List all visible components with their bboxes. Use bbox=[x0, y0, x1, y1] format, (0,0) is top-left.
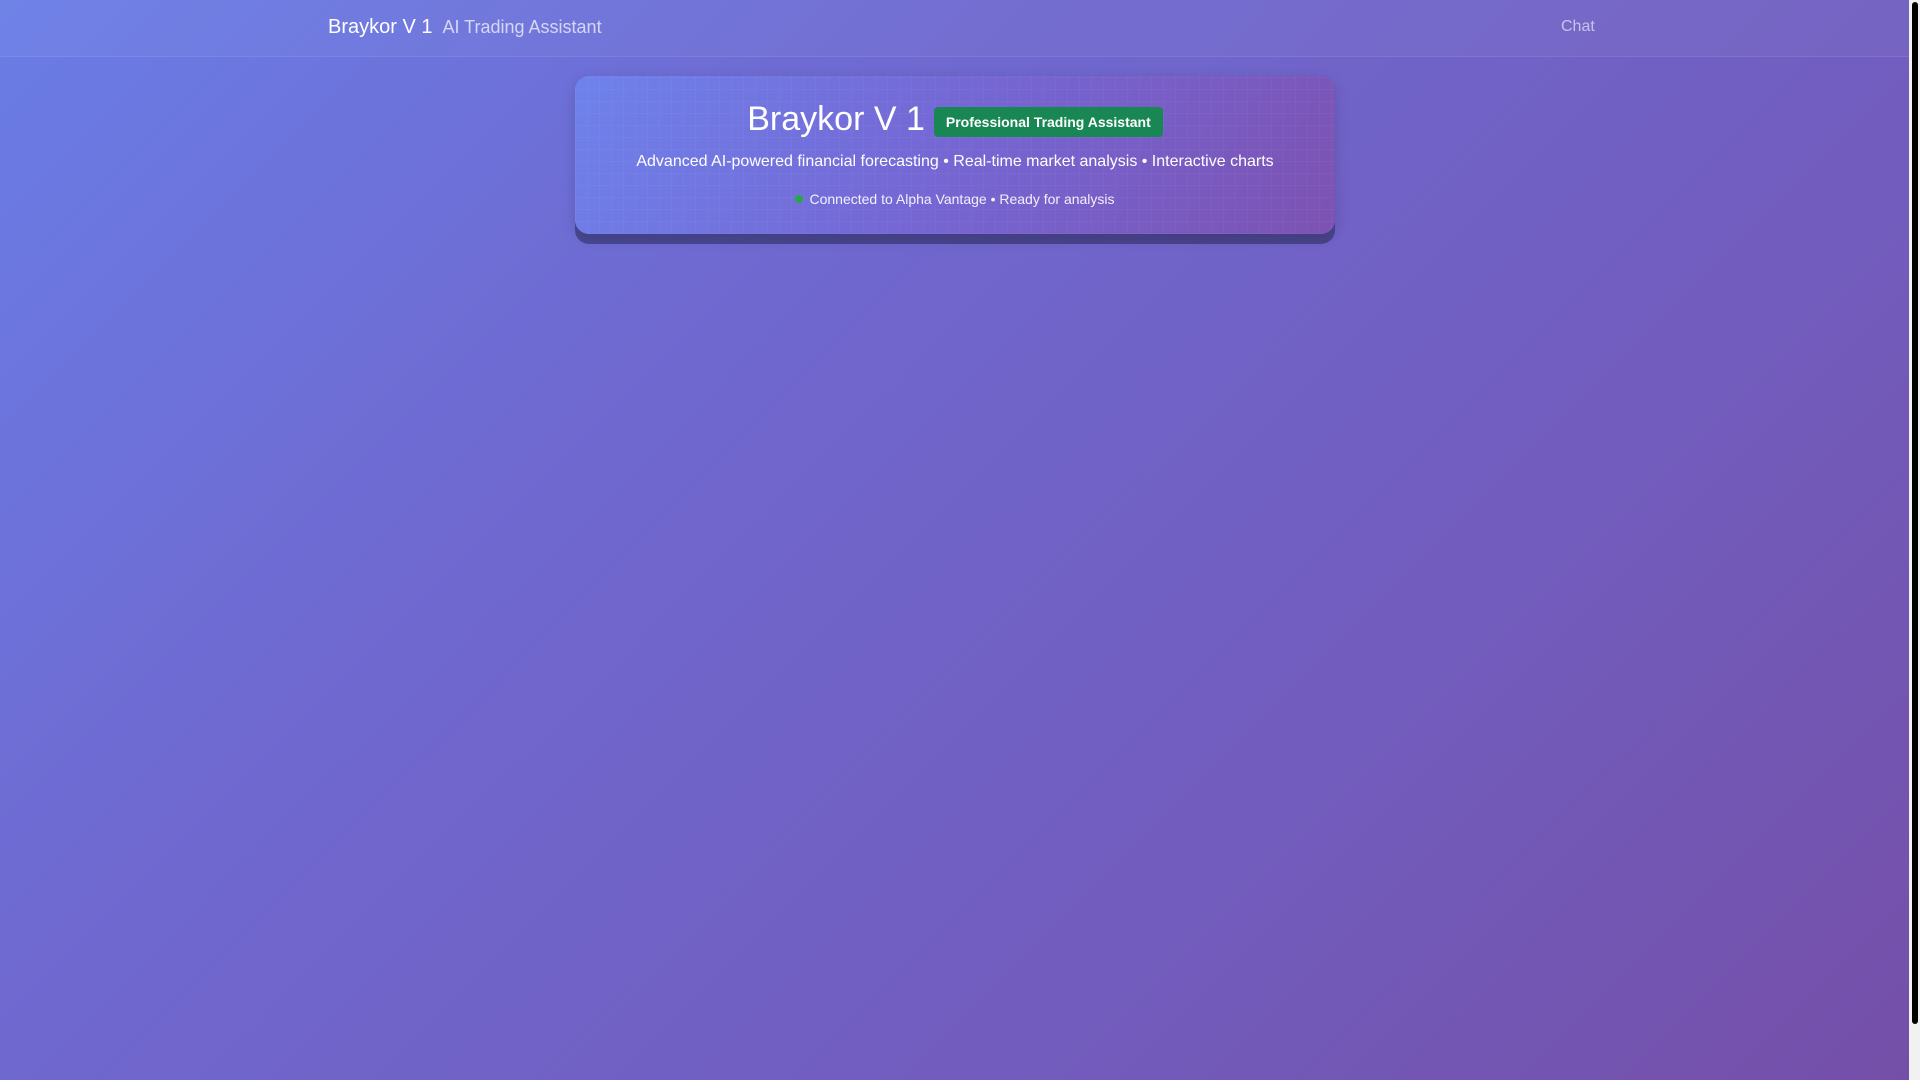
hero-title-row: Braykor V 1 Professional Trading Assista… bbox=[575, 100, 1335, 139]
nav-link-chat[interactable]: Chat bbox=[1561, 18, 1595, 36]
hero-card: Braykor V 1 Professional Trading Assista… bbox=[575, 76, 1335, 234]
connection-status: Connected to Alpha Vantage • Ready for a… bbox=[575, 191, 1335, 207]
navbar-brand-subtitle: AI Trading Assistant bbox=[442, 17, 602, 37]
hero-title: Braykor V 1 bbox=[747, 100, 925, 138]
hero-description: Advanced AI-powered financial forecastin… bbox=[636, 153, 1274, 170]
status-dot-icon bbox=[795, 195, 804, 203]
scrollbar-thumb[interactable] bbox=[1912, 2, 1918, 1024]
navbar-brand[interactable]: Braykor V 1 AI Trading Assistant bbox=[328, 16, 602, 39]
hero-badge: Professional Trading Assistant bbox=[933, 106, 1163, 137]
connection-status-text: Connected to Alpha Vantage • Ready for a… bbox=[809, 191, 1115, 207]
vertical-scrollbar[interactable] bbox=[1909, 0, 1920, 1080]
navbar-brand-name: Braykor V 1 bbox=[328, 16, 433, 38]
top-navbar: Braykor V 1 AI Trading Assistant Chat bbox=[0, 0, 1909, 57]
